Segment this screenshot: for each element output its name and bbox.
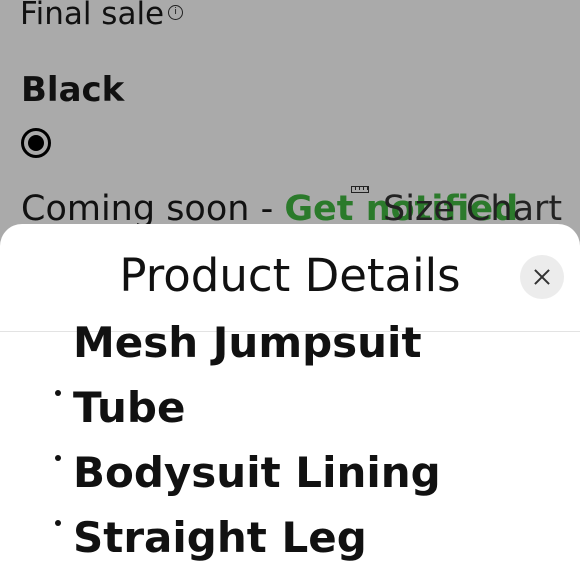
close-button[interactable] xyxy=(520,255,564,299)
sheet-header: Product Details xyxy=(0,224,580,332)
coming-soon-label: Coming soon - xyxy=(21,189,285,229)
final-sale-label: Final sale xyxy=(20,0,165,32)
list-item: Mesh Jumpsuit xyxy=(0,318,580,386)
product-details-sheet: Product Details Mesh Jumpsuit Tube Bodys… xyxy=(0,224,580,580)
detail-text: Bodysuit Lining xyxy=(73,448,441,497)
list-item: Bodysuit Lining xyxy=(0,448,580,516)
sheet-title: Product Details xyxy=(119,249,461,302)
list-item: Tube xyxy=(0,383,580,451)
bullet-icon xyxy=(55,520,61,526)
bullet-icon xyxy=(55,390,61,396)
bullet-icon xyxy=(55,455,61,461)
detail-text: Tube xyxy=(73,383,186,432)
final-sale-row: Final sale i xyxy=(20,0,184,34)
product-page: Final sale i Black Coming soon - Get noti… xyxy=(0,0,580,580)
info-icon[interactable]: i xyxy=(168,5,184,20)
color-swatch-radio-black[interactable] xyxy=(21,128,51,158)
detail-text: Mesh Jumpsuit xyxy=(73,318,422,367)
list-item: Straight Leg xyxy=(0,513,580,580)
selected-color-label: Black xyxy=(21,70,125,110)
detail-text: Straight Leg xyxy=(73,513,367,562)
ruler-icon xyxy=(351,186,369,193)
product-details-list: Mesh Jumpsuit Tube Bodysuit Lining Strai… xyxy=(0,318,580,580)
size-chart-label: Size Chart xyxy=(383,189,563,229)
